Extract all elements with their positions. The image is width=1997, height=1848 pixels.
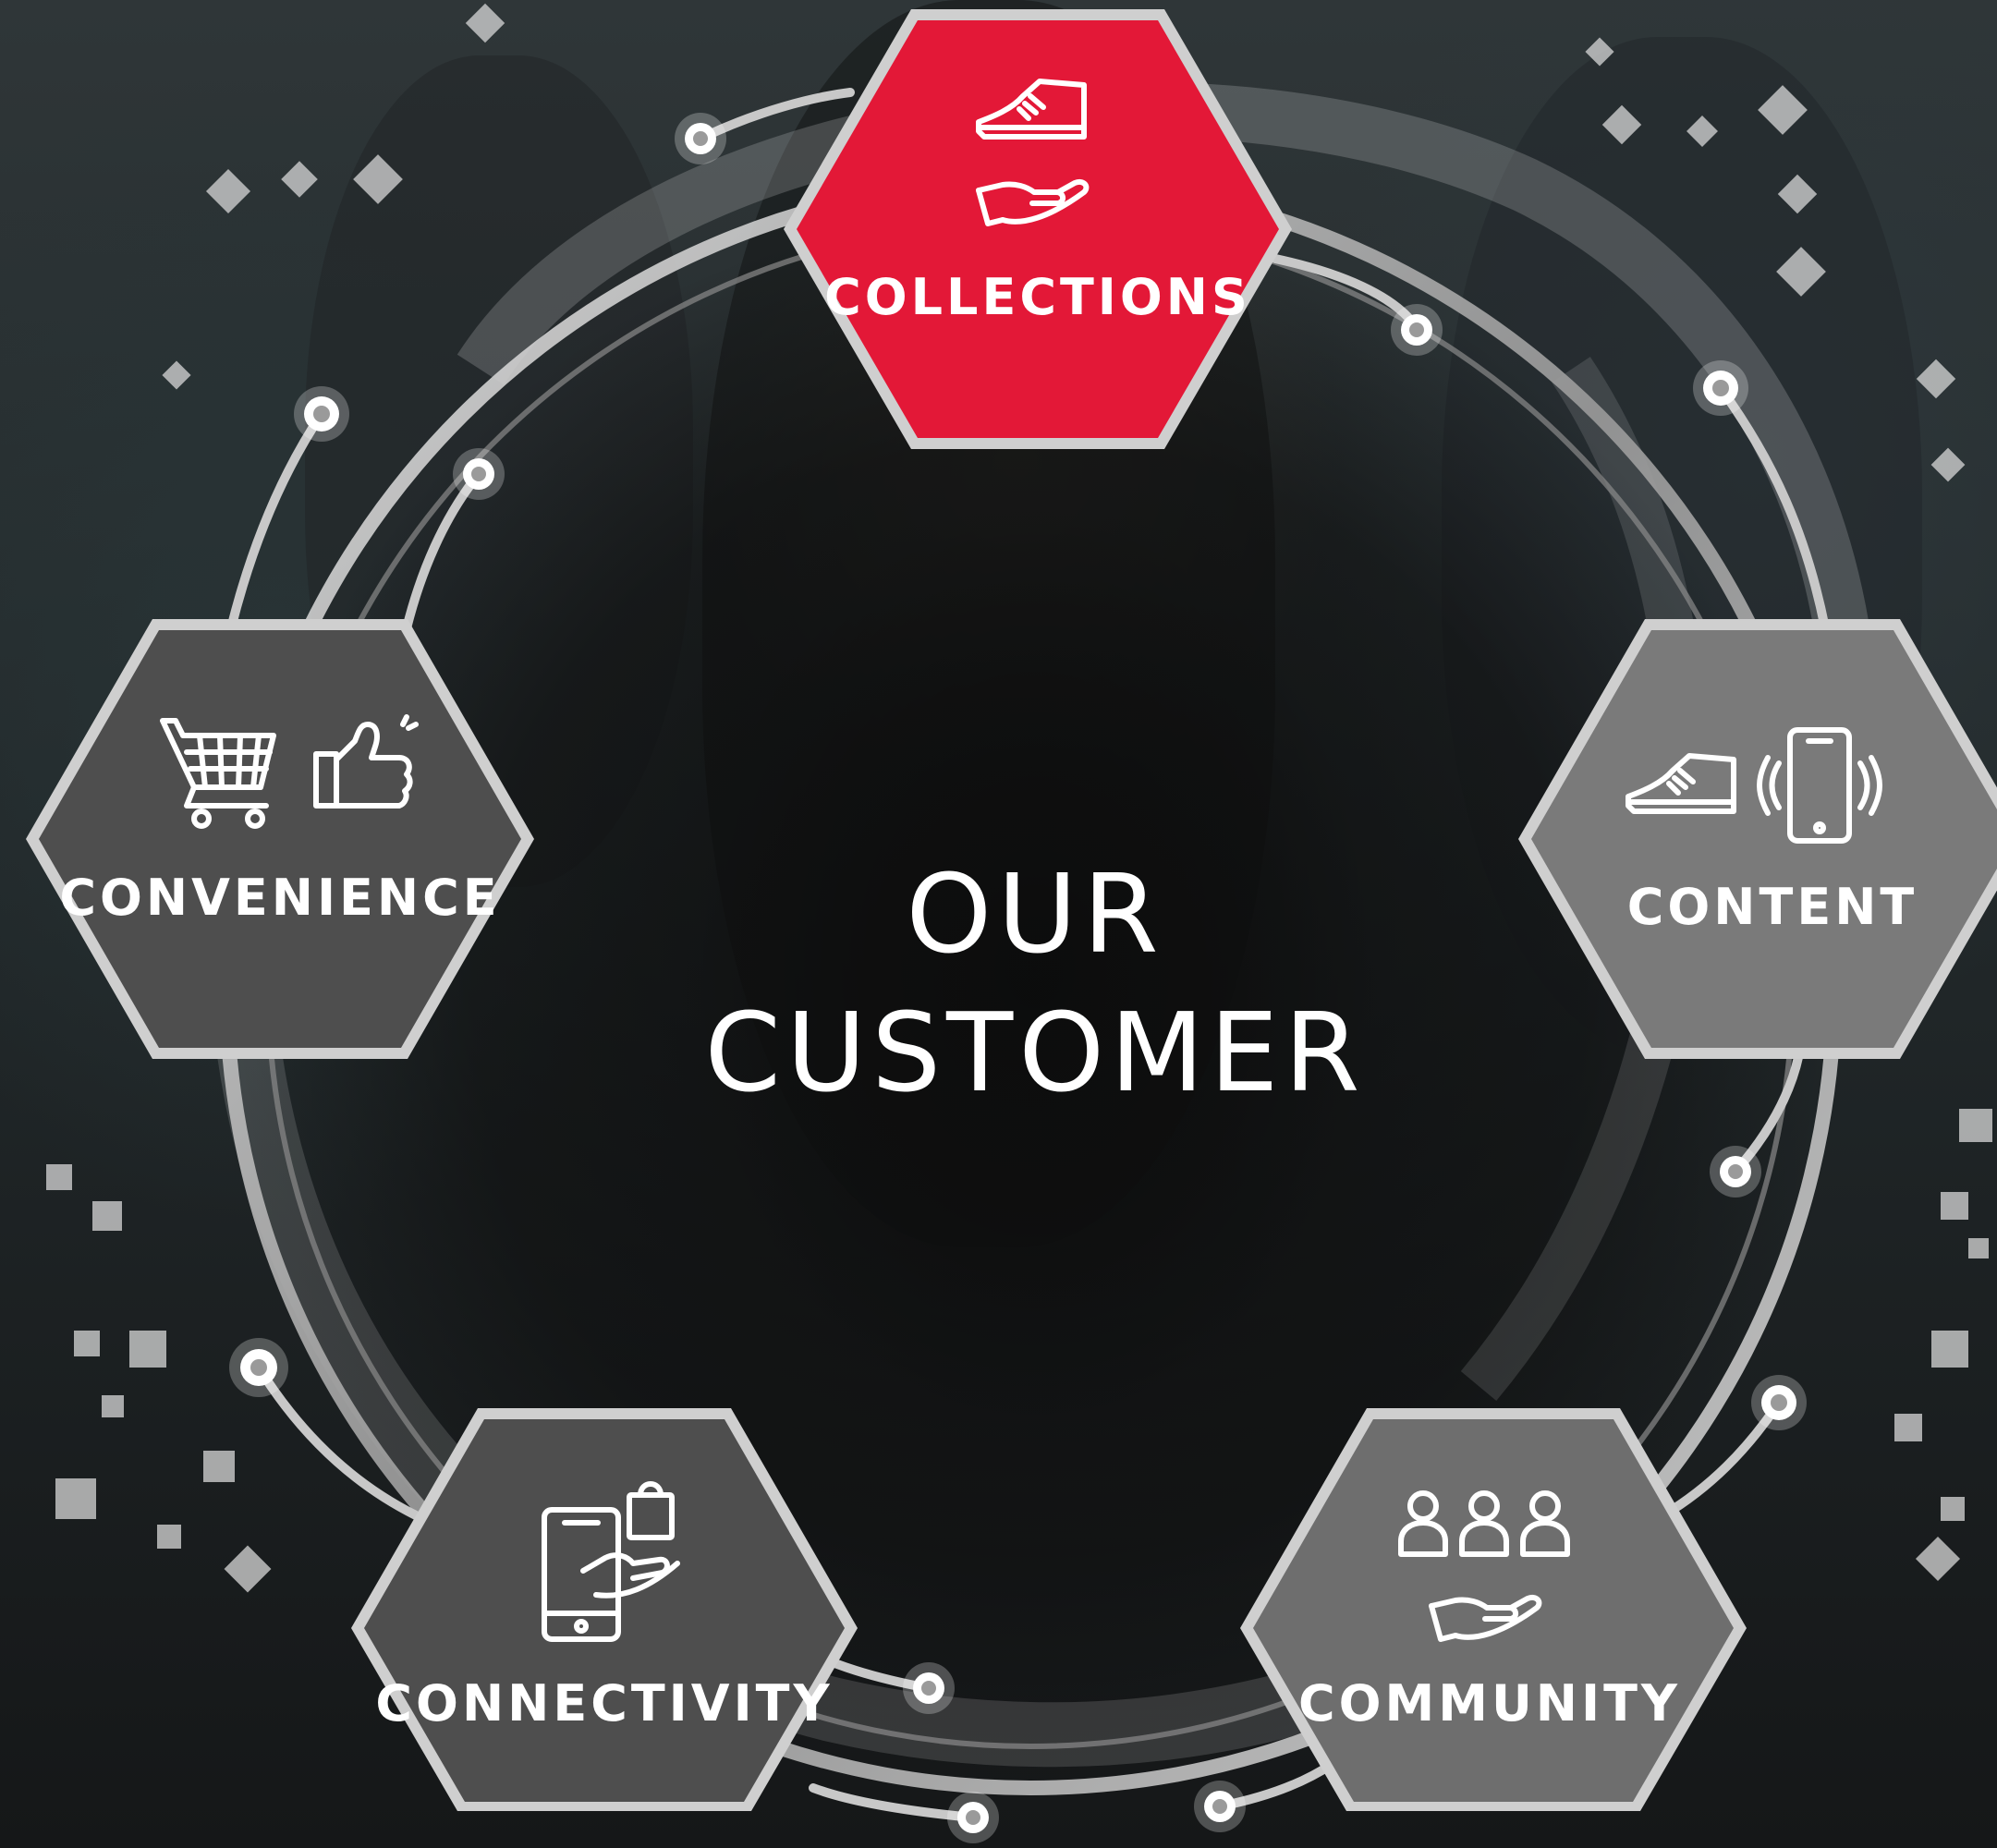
hex-label: COMMUNITY <box>1298 1674 1681 1732</box>
connector-node <box>903 1662 955 1714</box>
connector-node <box>294 386 349 442</box>
connector-node <box>453 448 505 500</box>
connector-node <box>229 1338 288 1397</box>
connector-node <box>1693 360 1748 416</box>
center-title-line1: OUR <box>906 850 1164 978</box>
hex-label: CONVENIENCE <box>59 869 500 927</box>
connector-node <box>1391 304 1443 356</box>
connector-node <box>1751 1375 1807 1430</box>
center-title-line2: CUSTOMER <box>704 989 1366 1116</box>
connector-node <box>675 113 726 164</box>
hex-label: CONNECTIVITY <box>375 1674 833 1732</box>
hex-label: COLLECTIONS <box>824 268 1251 326</box>
connector-node <box>1194 1781 1246 1832</box>
customer-diagram: COLLECTIONS CONTENT COMMUNITY CONNECTIVI… <box>0 0 1997 1848</box>
connector-node <box>947 1792 999 1843</box>
connector-node <box>1710 1146 1761 1198</box>
hex-label: CONTENT <box>1627 878 1918 936</box>
